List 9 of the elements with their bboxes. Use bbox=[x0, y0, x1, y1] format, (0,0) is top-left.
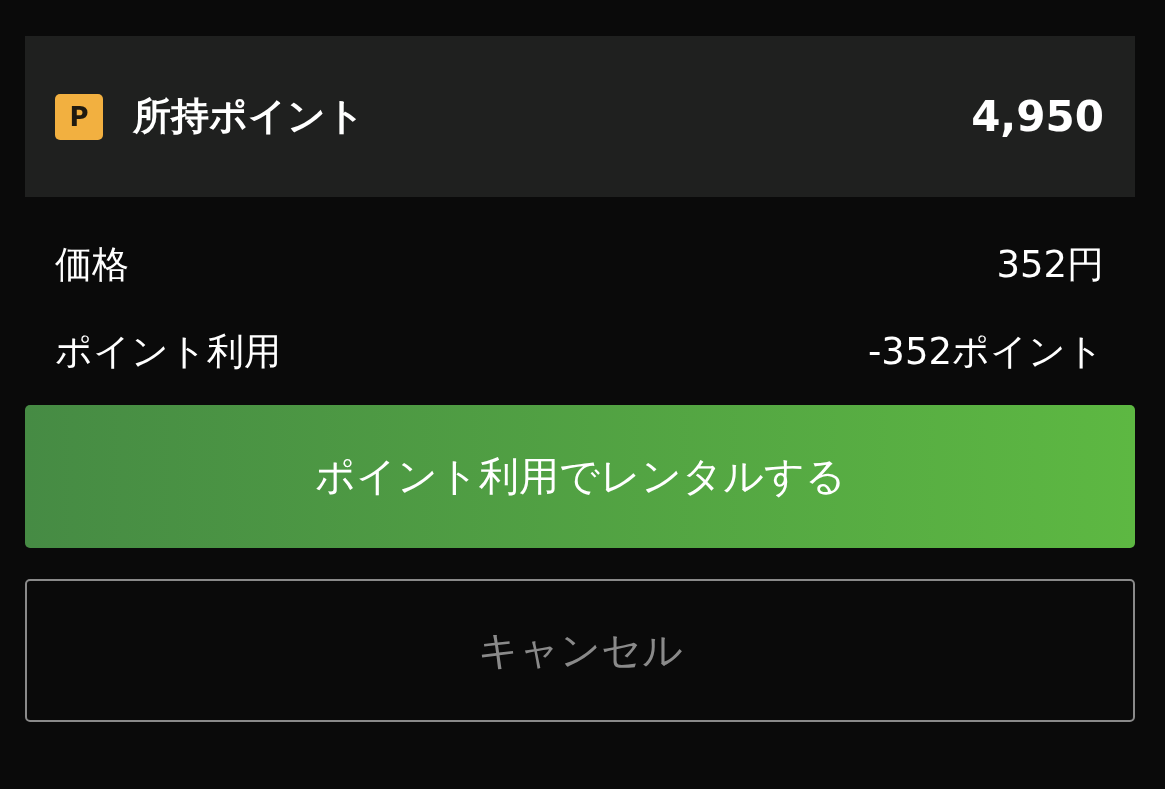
points-value: 4,950 bbox=[971, 92, 1104, 141]
row-label: ポイント利用 bbox=[55, 329, 281, 375]
points-label: 所持ポイント bbox=[133, 93, 366, 140]
row-label: 価格 bbox=[55, 242, 129, 288]
cancel-button[interactable]: キャンセル bbox=[25, 579, 1135, 722]
row-value: 352円 bbox=[996, 242, 1104, 288]
points-icon: P bbox=[55, 93, 103, 140]
row-value: -352ポイント bbox=[868, 329, 1104, 375]
rent-button[interactable]: ポイント利用でレンタルする bbox=[25, 405, 1135, 548]
